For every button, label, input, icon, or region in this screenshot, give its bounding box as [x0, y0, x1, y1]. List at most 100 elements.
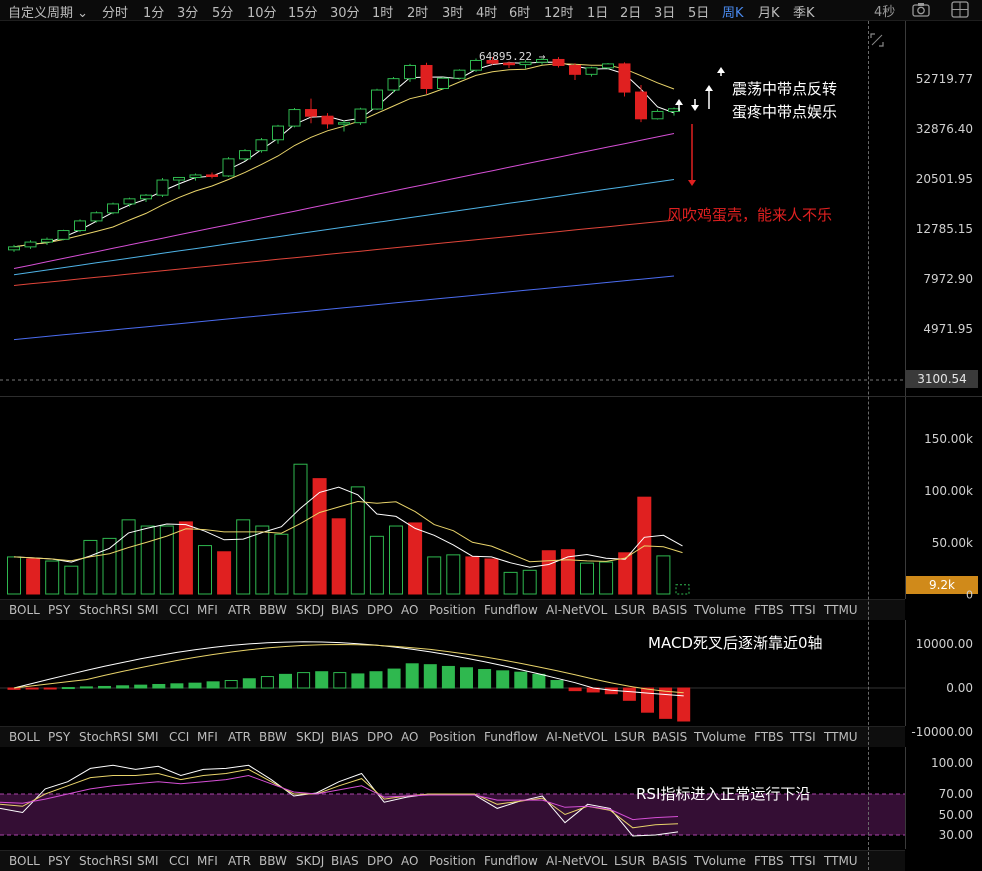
- indicator-tab[interactable]: Position: [429, 854, 476, 868]
- indicator-tab[interactable]: SMI: [137, 730, 159, 744]
- candle-body: [74, 220, 86, 232]
- timeframe-option[interactable]: 2日: [620, 2, 641, 21]
- indicator-tab[interactable]: AO: [401, 854, 418, 868]
- indicator-tab[interactable]: LSUR: [614, 854, 645, 868]
- grid-icon[interactable]: [950, 1, 970, 18]
- indicator-tab[interactable]: PSY: [48, 730, 70, 744]
- timeframe-option[interactable]: 周K: [722, 2, 744, 21]
- indicator-tab[interactable]: BOLL: [9, 730, 40, 744]
- timeframe-option[interactable]: 1分: [143, 2, 164, 21]
- timeframe-option[interactable]: 4时: [476, 2, 497, 21]
- indicator-tab[interactable]: DPO: [367, 730, 393, 744]
- indicator-tab[interactable]: TTSI: [790, 854, 816, 868]
- timeframe-option[interactable]: 1时: [372, 2, 393, 21]
- indicator-tab[interactable]: DPO: [367, 603, 393, 617]
- indicator-tab[interactable]: Fundflow: [484, 854, 538, 868]
- indicator-tab[interactable]: AO: [401, 730, 418, 744]
- timeframe-option[interactable]: 5分: [212, 2, 233, 21]
- indicator-tab[interactable]: MFI: [197, 603, 218, 617]
- indicator-tab[interactable]: StochRSI: [79, 854, 132, 868]
- timeframe-option[interactable]: 10分: [247, 2, 277, 21]
- volume-bar: [465, 556, 480, 595]
- indicator-tab[interactable]: TTMU: [824, 603, 858, 617]
- candle-body: [24, 241, 37, 248]
- indicator-tab[interactable]: AI-NetVOL: [546, 603, 607, 617]
- timeframe-option[interactable]: 季K: [793, 2, 815, 21]
- timeframe-option[interactable]: 3日: [654, 2, 675, 21]
- indicator-tab[interactable]: CCI: [169, 603, 189, 617]
- indicator-tab[interactable]: BIAS: [331, 730, 359, 744]
- camera-icon[interactable]: [911, 1, 931, 18]
- indicator-tab[interactable]: TVolume: [694, 730, 746, 744]
- indicator-tab[interactable]: ATR: [228, 603, 251, 617]
- indicator-tab[interactable]: BBW: [259, 854, 287, 868]
- indicator-tab[interactable]: TTSI: [790, 730, 816, 744]
- indicator-tab[interactable]: Position: [429, 603, 476, 617]
- indicator-tab[interactable]: ATR: [228, 854, 251, 868]
- macd-panel[interactable]: MACD死叉后逐渐靠近0轴: [0, 620, 905, 726]
- indicator-tab[interactable]: LSUR: [614, 730, 645, 744]
- timeframe-option[interactable]: 2时: [407, 2, 428, 21]
- indicator-tab[interactable]: FTBS: [754, 730, 784, 744]
- indicator-tab[interactable]: TTMU: [824, 854, 858, 868]
- indicator-tab[interactable]: DPO: [367, 854, 393, 868]
- indicator-tab[interactable]: PSY: [48, 854, 70, 868]
- rsi-tick: 70.00: [938, 787, 973, 801]
- timeframe-custom[interactable]: 自定义周期 ⌄: [8, 2, 88, 21]
- timeframe-option[interactable]: 月K: [758, 2, 780, 21]
- indicator-tab[interactable]: BASIS: [652, 603, 687, 617]
- indicator-tab[interactable]: FTBS: [754, 603, 784, 617]
- indicator-tab[interactable]: ATR: [228, 730, 251, 744]
- indicator-tab[interactable]: BOLL: [9, 854, 40, 868]
- indicator-tab[interactable]: FTBS: [754, 854, 784, 868]
- indicator-tab[interactable]: LSUR: [614, 603, 645, 617]
- indicator-tab[interactable]: AI-NetVOL: [546, 854, 607, 868]
- volume-panel[interactable]: [0, 397, 905, 599]
- indicator-tab[interactable]: MFI: [197, 730, 218, 744]
- indicator-tab[interactable]: CCI: [169, 730, 189, 744]
- timeframe-option[interactable]: 12时: [544, 2, 574, 21]
- indicator-tab[interactable]: AI-NetVOL: [546, 730, 607, 744]
- indicator-tab[interactable]: StochRSI: [79, 730, 132, 744]
- indicator-tab[interactable]: SKDJ: [296, 854, 324, 868]
- refresh-interval[interactable]: 4秒: [874, 1, 895, 20]
- indicator-tab[interactable]: CCI: [169, 854, 189, 868]
- candle-body: [420, 64, 433, 89]
- indicator-tab[interactable]: BBW: [259, 603, 287, 617]
- timeframe-option[interactable]: 30分: [330, 2, 360, 21]
- arrow-up-3-head: [717, 67, 725, 73]
- indicator-tab[interactable]: TVolume: [694, 854, 746, 868]
- indicator-tab[interactable]: SMI: [137, 603, 159, 617]
- indicator-tab[interactable]: Position: [429, 730, 476, 744]
- indicator-tab[interactable]: Fundflow: [484, 603, 538, 617]
- indicator-tab[interactable]: AO: [401, 603, 418, 617]
- indicator-tab[interactable]: BIAS: [331, 854, 359, 868]
- indicator-tab[interactable]: SMI: [137, 854, 159, 868]
- indicator-tab[interactable]: BASIS: [652, 854, 687, 868]
- indicator-tab[interactable]: TTMU: [824, 730, 858, 744]
- timeframe-option[interactable]: 6时: [509, 2, 530, 21]
- macd-bar: [61, 687, 75, 690]
- rsi-tick: 30.00: [938, 828, 973, 842]
- indicator-tab[interactable]: BIAS: [331, 603, 359, 617]
- indicator-tab[interactable]: PSY: [48, 603, 70, 617]
- indicator-tab[interactable]: SKDJ: [296, 603, 324, 617]
- expand-icon[interactable]: [870, 33, 884, 47]
- price-chart-panel[interactable]: 震荡中带点反转 蛋疼中带点娱乐 风吹鸡蛋壳，能来人不乐 64895.22 →: [0, 21, 905, 396]
- indicator-tab[interactable]: BBW: [259, 730, 287, 744]
- timeframe-option[interactable]: 分时: [102, 2, 128, 21]
- indicator-tab[interactable]: StochRSI: [79, 603, 132, 617]
- indicator-tab[interactable]: BOLL: [9, 603, 40, 617]
- indicator-tab[interactable]: Fundflow: [484, 730, 538, 744]
- indicator-tab[interactable]: MFI: [197, 854, 218, 868]
- indicator-tab[interactable]: BASIS: [652, 730, 687, 744]
- timeframe-option[interactable]: 3分: [177, 2, 198, 21]
- indicator-tab[interactable]: TVolume: [694, 603, 746, 617]
- timeframe-option[interactable]: 3时: [442, 2, 463, 21]
- timeframe-option[interactable]: 1日: [587, 2, 608, 21]
- timeframe-option[interactable]: 15分: [288, 2, 318, 21]
- indicator-tab[interactable]: SKDJ: [296, 730, 324, 744]
- rsi-panel[interactable]: RSI指标进入正常运行下沿: [0, 747, 905, 849]
- timeframe-option[interactable]: 5日: [688, 2, 709, 21]
- indicator-tab[interactable]: TTSI: [790, 603, 816, 617]
